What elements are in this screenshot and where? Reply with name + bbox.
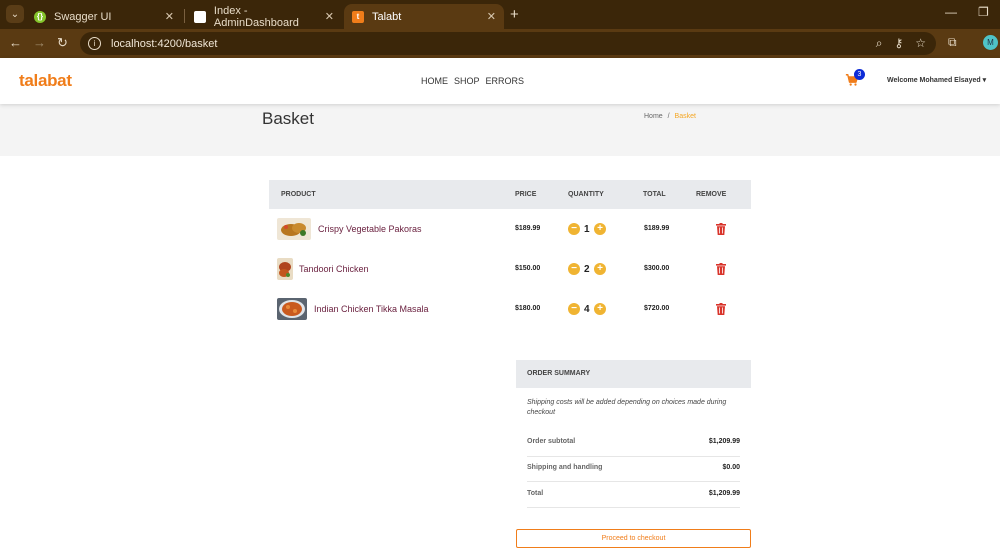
- trash-icon[interactable]: [716, 263, 726, 275]
- shipping-value: $0.00: [722, 464, 740, 471]
- product-price: $150.00: [515, 265, 541, 272]
- welcome-text: Welcome Mohamed Elsayed: [887, 77, 981, 84]
- browser-tab-swagger[interactable]: {} Swagger UI ✕: [26, 4, 182, 29]
- column-header-remove: REMOVE: [696, 191, 727, 198]
- zoom-icon[interactable]: ⌕: [876, 36, 883, 51]
- total-label: Total: [527, 490, 544, 497]
- tab-title: Swagger UI: [54, 10, 112, 23]
- new-tab-icon[interactable]: +: [510, 6, 519, 23]
- browser-tab-bar: ⌄ {} Swagger UI ✕ Index - AdminDashboard…: [0, 0, 1000, 29]
- order-summary-title: ORDER SUMMARY: [516, 360, 751, 388]
- swagger-favicon-icon: {}: [34, 10, 46, 23]
- tab-search-chevron-icon[interactable]: ⌄: [6, 5, 24, 23]
- summary-row-subtotal: Order subtotal $1,209.99: [527, 430, 740, 455]
- profile-avatar[interactable]: M: [983, 35, 998, 50]
- close-tab-icon[interactable]: ✕: [325, 10, 334, 23]
- tab-title: Talabt: [372, 10, 402, 23]
- extensions-puzzle-icon[interactable]: ⧉: [948, 35, 957, 50]
- cart-count-badge: 3: [854, 69, 865, 80]
- close-tab-icon[interactable]: ✕: [165, 10, 174, 23]
- breadcrumb-separator: /: [667, 113, 670, 120]
- site-info-icon[interactable]: i: [88, 37, 101, 50]
- reload-icon[interactable]: ↻: [57, 35, 68, 51]
- line-total: $300.00: [644, 265, 670, 272]
- table-row: Crispy Vegetable Pakoras $189.99 − 1 + $…: [269, 209, 751, 249]
- browser-toolbar: ← → ↻ i localhost:4200/basket ⌕ ⚷ ☆: [0, 29, 1000, 58]
- minimize-icon[interactable]: —: [945, 5, 957, 19]
- quantity-value: 2: [584, 264, 590, 275]
- increase-quantity-button[interactable]: +: [594, 223, 606, 235]
- back-arrow-icon[interactable]: ←: [9, 35, 22, 50]
- nav-errors[interactable]: ERRORS: [486, 76, 525, 86]
- summary-row-total: Total $1,209.99: [527, 482, 740, 507]
- table-row: Tandoori Chicken $150.00 − 2 + $300.00: [269, 249, 751, 289]
- nav-home[interactable]: HOME: [421, 76, 448, 86]
- browser-tab-talabt[interactable]: t Talabt ✕: [344, 4, 504, 29]
- key-icon[interactable]: ⚷: [894, 36, 903, 51]
- product-price: $180.00: [515, 305, 541, 312]
- product-name-link[interactable]: Tandoori Chicken: [299, 264, 369, 274]
- breadcrumb: Home / Basket: [644, 113, 696, 120]
- site-header: talabat HOME SHOP ERRORS 3 Welcome Moham…: [0, 58, 1000, 104]
- column-header-price: PRICE: [515, 191, 537, 198]
- table-row: Indian Chicken Tikka Masala $180.00 − 4 …: [269, 289, 751, 329]
- column-header-product: PRODUCT: [281, 191, 316, 198]
- page-title-section: Basket Home / Basket: [0, 104, 1000, 156]
- quantity-value: 4: [584, 304, 590, 315]
- column-header-total: TOTAL: [643, 191, 666, 198]
- product-name-link[interactable]: Crispy Vegetable Pakoras: [318, 224, 422, 234]
- nav-shop[interactable]: SHOP: [454, 76, 480, 86]
- forward-arrow-icon[interactable]: →: [33, 35, 46, 50]
- total-value: $1,209.99: [708, 490, 740, 497]
- page-favicon-icon: [194, 10, 206, 23]
- trash-icon[interactable]: [716, 223, 726, 235]
- shipping-label: Shipping and handling: [527, 464, 603, 471]
- restore-icon[interactable]: ❐: [978, 5, 989, 19]
- proceed-to-checkout-button[interactable]: Proceed to checkout: [516, 529, 751, 548]
- line-total: $189.99: [644, 225, 670, 232]
- product-image-tandoori: [277, 258, 293, 280]
- user-menu-dropdown[interactable]: Welcome Mohamed Elsayed ▾: [887, 76, 986, 84]
- line-total: $720.00: [644, 305, 670, 312]
- decrease-quantity-button[interactable]: −: [568, 263, 580, 275]
- product-image-pakoras: [277, 218, 311, 240]
- decrease-quantity-button[interactable]: −: [568, 223, 580, 235]
- breadcrumb-home[interactable]: Home: [644, 113, 663, 120]
- quantity-value: 1: [584, 224, 590, 235]
- summary-row-shipping: Shipping and handling $0.00: [527, 456, 740, 481]
- url-text[interactable]: localhost:4200/basket: [111, 38, 217, 50]
- breadcrumb-current: Basket: [674, 113, 696, 120]
- main-nav: HOME SHOP ERRORS: [421, 76, 524, 86]
- product-image-tikka-masala: [277, 298, 307, 320]
- talabat-favicon-icon: t: [352, 10, 364, 23]
- product-price: $189.99: [515, 225, 541, 232]
- subtotal-label: Order subtotal: [527, 438, 576, 445]
- bookmark-star-icon[interactable]: ☆: [915, 36, 926, 51]
- tab-separator: [184, 9, 185, 23]
- tab-title: Index - AdminDashboard: [213, 4, 299, 29]
- increase-quantity-button[interactable]: +: [594, 263, 606, 275]
- basket-table-header: PRODUCT PRICE QUANTITY TOTAL REMOVE: [269, 180, 751, 209]
- subtotal-value: $1,209.99: [708, 438, 740, 445]
- divider: [527, 507, 740, 508]
- column-header-quantity: QUANTITY: [568, 191, 604, 198]
- trash-icon[interactable]: [716, 303, 726, 315]
- caret-down-icon: ▾: [982, 77, 987, 84]
- page-title: Basket: [262, 109, 314, 128]
- decrease-quantity-button[interactable]: −: [568, 303, 580, 315]
- shipping-note: Shipping costs will be added depending o…: [527, 399, 727, 416]
- talabat-logo[interactable]: talabat: [19, 71, 72, 91]
- increase-quantity-button[interactable]: +: [594, 303, 606, 315]
- product-name-link[interactable]: Indian Chicken Tikka Masala: [314, 304, 429, 314]
- close-tab-icon[interactable]: ✕: [487, 10, 496, 23]
- browser-tab-admin-dashboard[interactable]: Index - AdminDashboard ✕: [186, 4, 342, 29]
- address-bar[interactable]: i localhost:4200/basket ⌕ ⚷ ☆: [80, 32, 936, 55]
